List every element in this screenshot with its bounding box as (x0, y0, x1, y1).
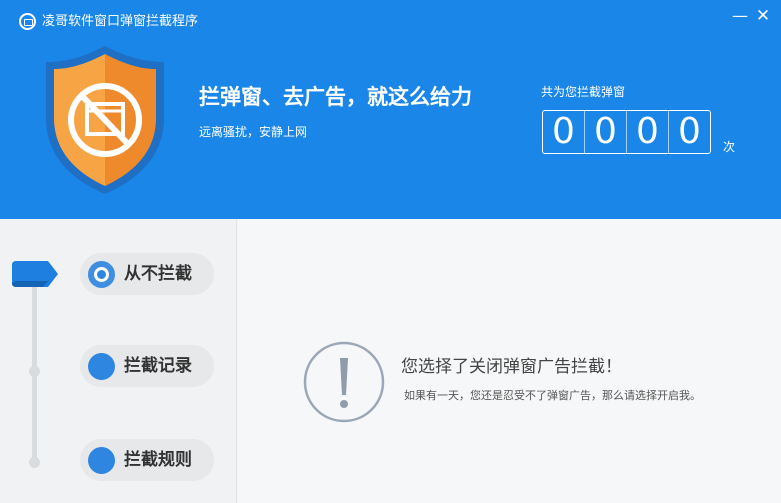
counter-digit: 0 (626, 111, 668, 153)
step-dot (29, 457, 40, 468)
counter-digit: 0 (668, 111, 710, 153)
status-message-title: 您选择了关闭弹窗广告拦截！ (401, 357, 622, 377)
sidebar-item-label: 拦截记录 (124, 356, 192, 376)
radio-icon (88, 353, 115, 380)
banner-subline: 远离骚扰，安静上网 (199, 125, 308, 139)
block-counter: 0 0 0 0 (542, 110, 711, 154)
counter-unit: 次 (723, 140, 736, 154)
window-title: 凌哥软件窗口弹窗拦截程序 (42, 14, 199, 29)
counter-digit: 0 (584, 111, 626, 153)
blocked-window-shield-icon (46, 46, 164, 194)
exclamation-circle-icon (303, 341, 385, 423)
radio-icon (88, 447, 115, 474)
block-counter-label: 共为您拦截弹窗 (541, 85, 626, 99)
minimize-button[interactable]: — (729, 6, 751, 26)
sidebar-item-block-records[interactable]: 拦截记录 (80, 345, 214, 387)
sidebar-item-never-block[interactable]: 从不拦截 (80, 253, 214, 295)
current-step-marker-icon (12, 261, 58, 287)
status-message-body: 如果有一天，您还是忍受不了弹窗广告，那么请选择开启我。 (404, 389, 701, 402)
close-button[interactable]: ✕ (752, 6, 774, 26)
title-bar: 凌哥软件窗口弹窗拦截程序 — ✕ (0, 0, 781, 44)
header-banner: 凌哥软件窗口弹窗拦截程序 — ✕ 拦弹窗、去广告，就这么给力 远离骚扰，安静上网… (0, 0, 781, 219)
app-logo-icon (19, 13, 36, 30)
banner-headline: 拦弹窗、去广告，就这么给力 (199, 85, 472, 109)
counter-digit: 0 (552, 111, 575, 152)
main-content: 您选择了关闭弹窗广告拦截！ 如果有一天，您还是忍受不了弹窗广告，那么请选择开启我… (238, 219, 781, 503)
sidebar: 从不拦截 拦截记录 拦截规则 (0, 219, 237, 503)
radio-selected-icon (88, 261, 115, 288)
sidebar-item-block-rules[interactable]: 拦截规则 (80, 439, 214, 481)
step-dot (29, 366, 40, 377)
sidebar-item-label: 从不拦截 (124, 264, 192, 284)
sidebar-item-label: 拦截规则 (124, 450, 192, 470)
